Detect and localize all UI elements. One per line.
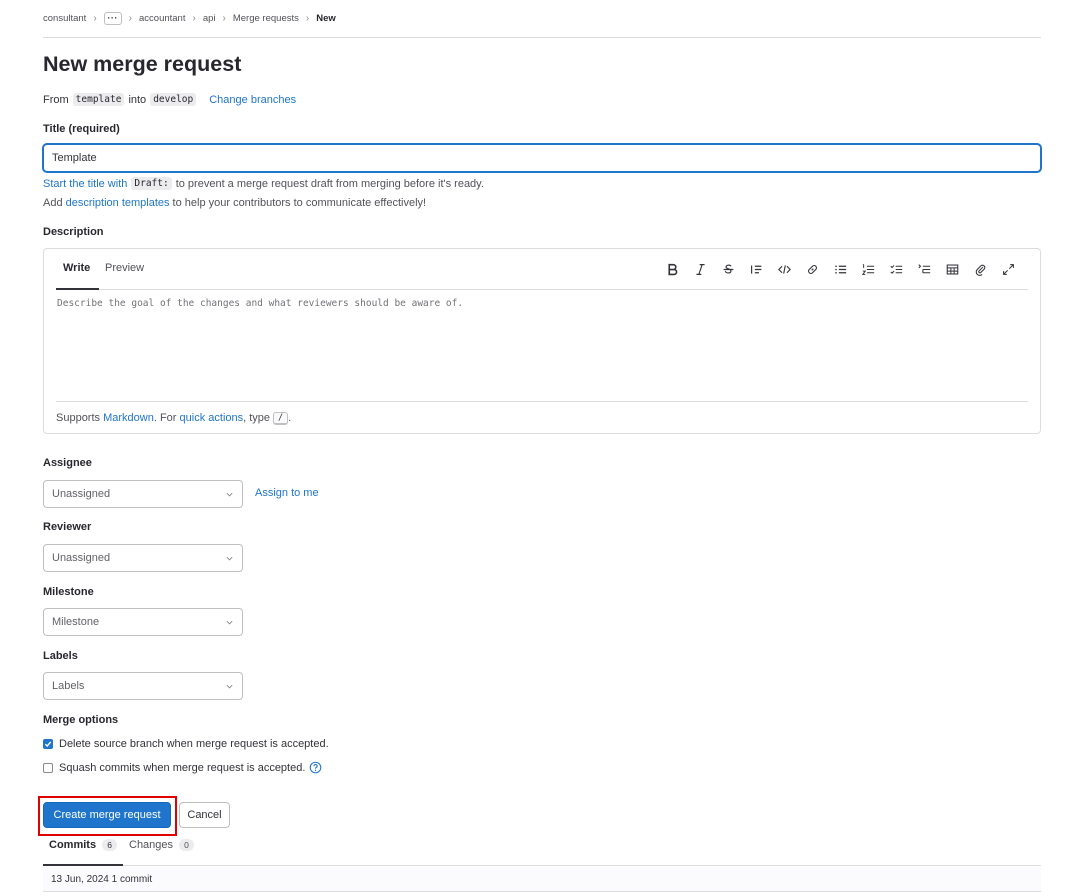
numbered-list-icon[interactable] [854, 261, 882, 277]
create-merge-request-button[interactable]: Create merge request [43, 802, 171, 828]
milestone-label: Milestone [43, 586, 94, 598]
changes-count-badge: 0 [179, 839, 195, 851]
task-list-icon[interactable] [882, 261, 910, 277]
reviewer-value: Unassigned [52, 552, 111, 564]
templates-hint-prefix: Add [43, 197, 63, 209]
link-icon[interactable] [798, 261, 826, 277]
bold-icon[interactable] [658, 261, 686, 277]
tab-changes[interactable]: Changes 0 [129, 839, 195, 851]
editor-footer: Supports Markdown. For quick actions, ty… [56, 401, 1028, 434]
active-tab-indicator [43, 864, 123, 866]
footer-type: , type [243, 412, 271, 424]
breadcrumb-accountant[interactable]: accountant [139, 13, 185, 24]
chevron-right-icon: › [192, 12, 196, 24]
reviewer-dropdown[interactable]: Unassigned [43, 544, 243, 572]
squash-label: Squash commits when merge request is acc… [59, 761, 306, 774]
assign-to-me-link[interactable]: Assign to me [255, 487, 319, 499]
chevron-down-icon [226, 684, 233, 689]
code-icon[interactable] [770, 261, 798, 277]
chevron-down-icon [226, 620, 233, 625]
chevron-right-icon: › [305, 12, 310, 24]
milestone-dropdown[interactable]: Milestone [43, 608, 243, 636]
squash-commits-option[interactable]: Squash commits when merge request is acc… [43, 761, 322, 774]
footer-end: . [288, 412, 292, 424]
breadcrumb-consultant[interactable]: consultant [43, 13, 86, 24]
change-branches-link[interactable]: Change branches [209, 94, 296, 106]
bullet-list-icon[interactable] [826, 261, 854, 277]
templates-hint: Add description templates to help your c… [43, 197, 426, 209]
commit-group-header: 13 Jun, 2024 1 commit [43, 867, 1041, 892]
tab-preview[interactable]: Preview [105, 262, 144, 274]
title-input[interactable] [43, 144, 1041, 172]
commits-count-badge: 6 [102, 839, 118, 851]
fullscreen-icon[interactable] [994, 261, 1022, 277]
draft-code: Draft: [131, 177, 172, 190]
breadcrumb-ellipsis-button[interactable]: ··· [103, 11, 122, 25]
footer-middle: . For [153, 412, 177, 424]
page-title: New merge request [43, 52, 242, 76]
breadcrumb: consultant › ··· › accountant › api › Me… [43, 11, 336, 25]
into-label: into [128, 93, 147, 106]
breadcrumb-merge-requests[interactable]: Merge requests [233, 13, 299, 24]
delete-source-checkbox[interactable] [43, 739, 53, 749]
active-tab-indicator [56, 288, 99, 290]
table-icon[interactable] [938, 261, 966, 277]
header-divider [43, 37, 1041, 38]
assignee-dropdown[interactable]: Unassigned [43, 480, 243, 508]
draft-hint-text: to prevent a merge request draft from me… [175, 177, 484, 190]
draft-hint-link[interactable]: Start the title with [43, 178, 127, 190]
attach-file-icon[interactable] [966, 261, 994, 277]
slash-key: / [273, 411, 289, 425]
assignee-label: Assignee [43, 457, 92, 469]
target-branch: develop [150, 93, 197, 106]
tab-commits[interactable]: Commits 6 [49, 839, 118, 851]
delete-source-branch-option[interactable]: Delete source branch when merge request … [43, 738, 329, 750]
title-label: Title (required) [43, 123, 120, 135]
chevron-right-icon: › [93, 12, 97, 24]
formatting-toolbar [658, 261, 1022, 277]
description-editor: Write Preview Supports Markdown. Fo [43, 248, 1041, 434]
italic-icon[interactable] [686, 261, 714, 277]
editor-tabs: Write Preview [56, 249, 1028, 290]
tab-commits-label: Commits [49, 839, 97, 851]
cancel-button[interactable]: Cancel [179, 802, 230, 828]
labels-dropdown[interactable]: Labels [43, 672, 243, 700]
source-branch: template [72, 93, 125, 106]
squash-checkbox[interactable] [43, 762, 53, 773]
commits-changes-tabs: Commits 6 Changes 0 [43, 836, 1041, 866]
description-textarea[interactable] [57, 298, 1027, 398]
quick-actions-link[interactable]: quick actions [180, 412, 244, 424]
branch-info: From template into develop Change branch… [43, 93, 296, 106]
chevron-down-icon [226, 556, 233, 561]
tab-write[interactable]: Write [63, 262, 90, 274]
templates-hint-suffix: to help your contributors to communicate… [172, 197, 427, 209]
quote-icon[interactable] [742, 261, 770, 277]
labels-value: Labels [52, 680, 85, 692]
question-circle-icon[interactable] [309, 761, 322, 774]
breadcrumb-new[interactable]: New [316, 13, 336, 24]
tab-changes-label: Changes [129, 839, 174, 851]
footer-supports: Supports [56, 412, 101, 424]
breadcrumb-api[interactable]: api [203, 13, 216, 24]
milestone-value: Milestone [52, 616, 100, 628]
chevron-down-icon [226, 492, 233, 497]
markdown-link[interactable]: Markdown [103, 412, 154, 424]
chevron-right-icon: › [222, 12, 226, 24]
collapsible-section-icon[interactable] [910, 261, 938, 277]
strikethrough-icon[interactable] [714, 261, 742, 277]
description-templates-link[interactable]: description templates [66, 197, 170, 209]
delete-source-label: Delete source branch when merge request … [59, 738, 329, 750]
reviewer-label: Reviewer [43, 521, 92, 533]
from-label: From [43, 93, 69, 106]
description-label: Description [43, 226, 104, 238]
labels-label: Labels [43, 650, 78, 662]
merge-options-label: Merge options [43, 714, 119, 726]
draft-hint: Start the title with Draft: to prevent a… [43, 177, 484, 190]
chevron-right-icon: › [128, 12, 132, 24]
assignee-value: Unassigned [52, 488, 111, 500]
